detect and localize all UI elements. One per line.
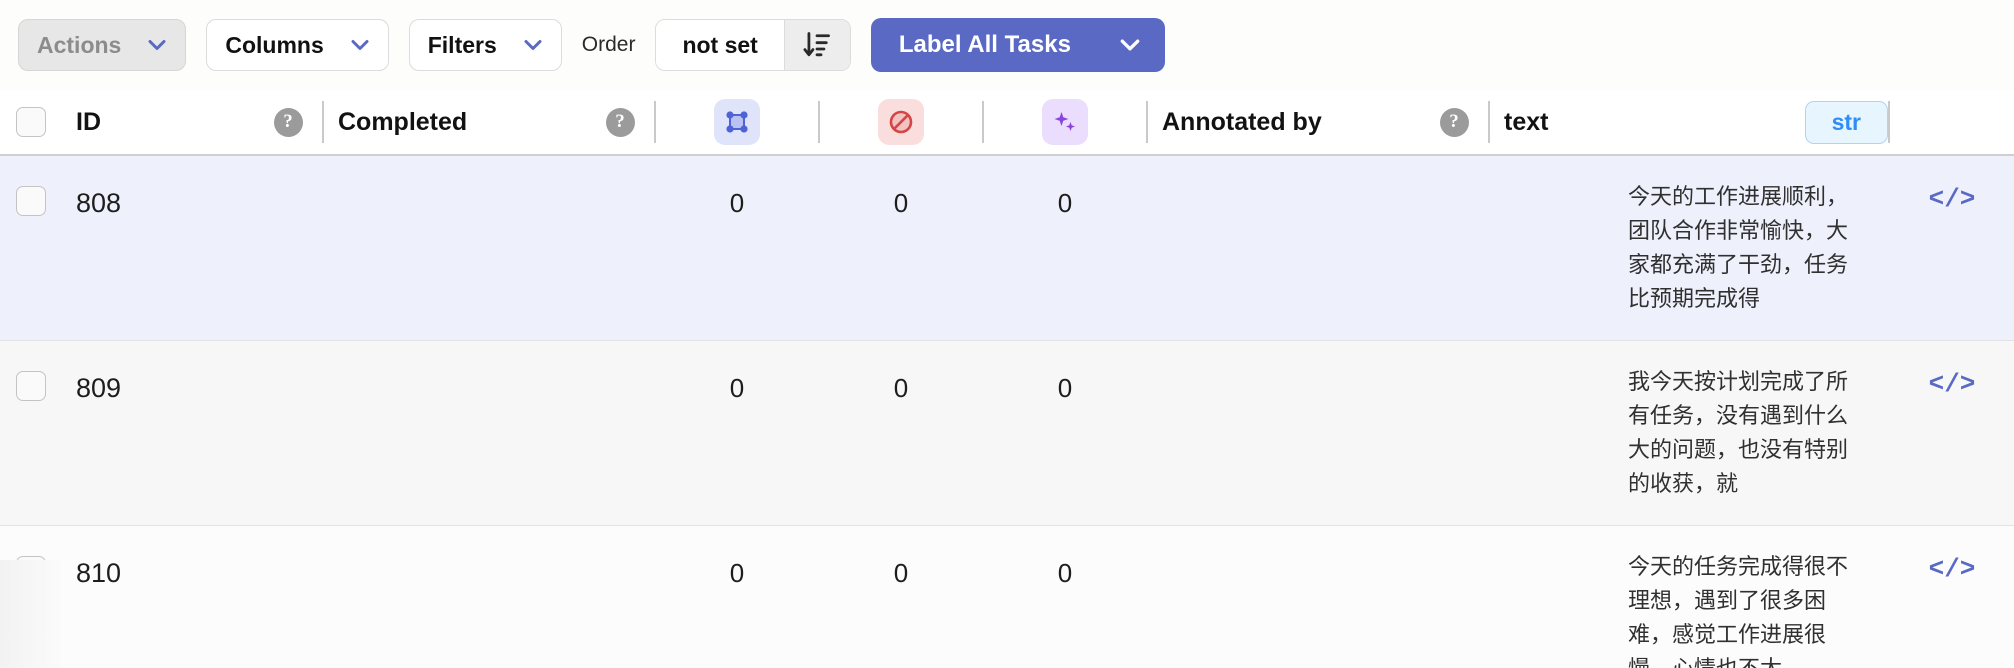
column-header-completed[interactable]: Completed [324, 108, 586, 137]
row-annotations-count: 0 [729, 373, 745, 403]
tasks-table: ID ? Completed ? Annotated by ? text str… [0, 90, 2014, 668]
row-skipped-count: 0 [893, 373, 909, 403]
table-header-row: ID ? Completed ? Annotated by ? text str [0, 90, 2014, 156]
column-header-text-group: text str [1490, 100, 1888, 144]
chevron-down-icon [523, 35, 543, 55]
row-text-cell: 今天的任务完成得很不理想，遇到了很多困难，感觉工作进展很慢，心情也不太 [1490, 526, 1890, 668]
filters-button[interactable]: Filters [408, 19, 562, 71]
column-header-predictions[interactable] [984, 99, 1146, 145]
skipped-blocked-icon[interactable] [878, 99, 924, 145]
order-label: Order [581, 33, 636, 56]
select-all-cell [0, 107, 62, 137]
column-help-id: ? [254, 107, 322, 137]
actions-button-label: Actions [37, 31, 122, 58]
column-header-annotated-by[interactable]: Annotated by [1148, 108, 1420, 137]
column-header-id[interactable]: ID [62, 108, 254, 137]
order-control: not set [655, 19, 851, 71]
row-text: 我今天按计划完成了所有任务，没有遇到什么大的问题，也没有特别的收获，就 [1628, 369, 1849, 496]
chevron-down-icon[interactable] [1119, 34, 1141, 56]
row-id: 810 [76, 558, 122, 588]
actions-button[interactable]: Actions [18, 19, 187, 71]
row-text-cell: 我今天按计划完成了所有任务，没有遇到什么大的问题，也没有特别的收获，就 [1490, 341, 1890, 525]
task-list-page: Actions Columns Filters Order not set La… [0, 0, 2014, 668]
code-brackets-icon[interactable]: </> [1890, 526, 2014, 584]
row-skipped-count: 0 [893, 188, 909, 218]
label-all-tasks-button[interactable]: Label All Tasks [870, 18, 1165, 72]
left-gutter-strip [0, 560, 62, 668]
row-skipped-count: 0 [893, 558, 909, 588]
column-help-completed: ? [586, 107, 654, 137]
row-predictions-count: 0 [1057, 188, 1073, 218]
predictions-sparkles-icon[interactable] [1042, 99, 1088, 145]
row-predictions-count: 0 [1057, 558, 1073, 588]
row-annotations-count: 0 [729, 558, 745, 588]
row-id: 809 [76, 373, 122, 403]
row-annotations-count: 0 [729, 188, 745, 218]
row-checkbox[interactable] [16, 186, 46, 216]
toolbar: Actions Columns Filters Order not set La… [0, 0, 2014, 90]
column-header-text[interactable]: text [1504, 108, 1548, 137]
column-header-annotations[interactable] [656, 99, 818, 145]
row-text: 今天的工作进展顺利，团队合作非常愉快，大家都充满了干劲，任务比预期完成得 [1628, 184, 1849, 311]
row-text-cell: 今天的工作进展顺利，团队合作非常愉快，大家都充满了干劲，任务比预期完成得 [1490, 156, 1890, 340]
row-annotated-by [1148, 156, 1420, 188]
table-row[interactable]: 808 0 0 0 今天的工作进展顺利，团队合作非常愉快，大家都充满了干劲，任务… [0, 156, 2014, 340]
annotations-bbox-icon[interactable] [714, 99, 760, 145]
help-circle-icon[interactable]: ? [273, 107, 303, 137]
column-help-annotated-by: ? [1420, 107, 1488, 137]
column-header-skipped[interactable] [820, 99, 982, 145]
row-annotated-by [1148, 526, 1420, 558]
column-divider [1888, 101, 1890, 143]
table-row[interactable]: 809 0 0 0 我今天按计划完成了所有任务，没有遇到什么大的问题，也没有特别… [0, 341, 2014, 525]
label-all-tasks-label: Label All Tasks [898, 31, 1071, 58]
order-value-dropdown[interactable]: not set [656, 20, 784, 70]
chevron-down-icon [350, 35, 370, 55]
columns-button-label: Columns [225, 31, 324, 58]
row-select-cell [0, 156, 62, 216]
table-row[interactable]: 810 0 0 0 今天的任务完成得很不理想，遇到了很多困难，感觉工作进展很慢，… [0, 526, 2014, 668]
columns-button[interactable]: Columns [206, 19, 389, 71]
help-circle-icon[interactable]: ? [605, 107, 635, 137]
filters-button-label: Filters [427, 31, 497, 58]
help-circle-icon[interactable]: ? [1439, 107, 1469, 137]
select-all-checkbox[interactable] [16, 107, 46, 137]
chevron-down-icon [147, 35, 167, 55]
sort-descending-icon[interactable] [783, 20, 850, 70]
row-checkbox[interactable] [16, 371, 46, 401]
row-select-cell [0, 341, 62, 401]
code-brackets-icon[interactable]: </> [1890, 341, 2014, 399]
row-id: 808 [76, 188, 122, 218]
row-predictions-count: 0 [1057, 373, 1073, 403]
code-brackets-icon[interactable]: </> [1890, 156, 2014, 214]
row-annotated-by [1148, 341, 1420, 373]
column-type-badge-str[interactable]: str [1804, 100, 1888, 144]
row-text: 今天的任务完成得很不理想，遇到了很多困难，感觉工作进展很慢，心情也不太 [1628, 554, 1849, 668]
